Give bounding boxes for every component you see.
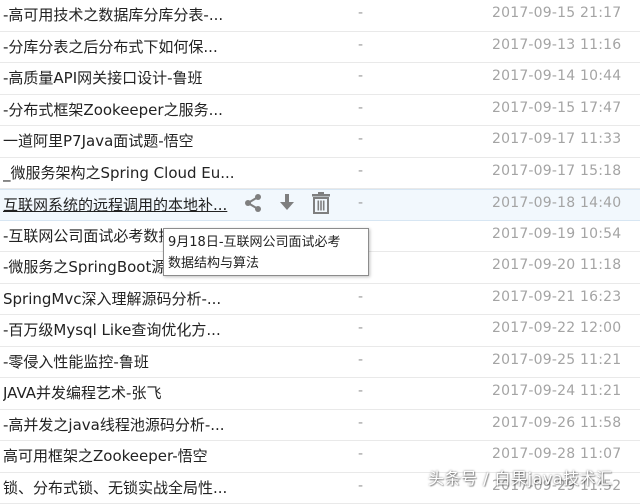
file-size: - — [358, 446, 363, 462]
share-icon — [243, 193, 263, 217]
trash-icon — [311, 192, 331, 218]
file-row[interactable]: -百万级Mysql Like查询优化方... - 2017-09-22 12:00 — [0, 315, 640, 347]
file-name-link[interactable]: 互联网系统的远程调用的本地补... — [3, 194, 237, 215]
file-name-link[interactable]: -高可用技术之数据库分库分表-... — [3, 4, 248, 25]
file-size: - — [358, 5, 363, 21]
tooltip-line-2: 数据结构与算法 — [168, 253, 364, 274]
file-size: - — [358, 289, 363, 305]
file-name-link[interactable]: -高并发之java线程池源码分析-... — [3, 414, 248, 435]
file-name-link[interactable]: JAVA并发编程艺术-张飞 — [3, 382, 248, 403]
file-name-link[interactable]: -分库分表之后分布式下如何保... — [3, 36, 248, 57]
file-row[interactable]: -高质量API网关接口设计-鲁班 - 2017-09-14 10:44 — [0, 63, 640, 95]
file-row[interactable]: -高并发之java线程池源码分析-... - 2017-09-26 11:58 — [0, 410, 640, 442]
file-date: 2017-09-19 10:54 — [492, 226, 632, 242]
file-name-link[interactable]: -高质量API网关接口设计-鲁班 — [3, 67, 248, 88]
file-size: - — [358, 352, 363, 368]
file-date: 2017-09-22 12:00 — [492, 320, 632, 336]
file-name-link[interactable]: 锁、分布式锁、无锁实战全局性... — [3, 477, 248, 498]
file-date: 2017-09-13 11:16 — [492, 37, 632, 53]
file-size: - — [358, 37, 363, 53]
file-row[interactable]: 一道阿里P7Java面试题-悟空 - 2017-09-17 11:33 — [0, 126, 640, 158]
file-name-link[interactable]: -零侵入性能监控-鲁班 — [3, 351, 248, 372]
file-date: 2017-09-24 11:21 — [492, 383, 632, 399]
file-name-link[interactable]: SpringMvc深入理解源码分析-... — [3, 288, 248, 309]
file-date: 2017-09-25 11:21 — [492, 352, 632, 368]
file-row[interactable]: _微服务架构之Spring Cloud Eu... - 2017-09-17 15:… — [0, 158, 640, 190]
file-name-link[interactable]: 高可用框架之Zookeeper-悟空 — [3, 445, 248, 466]
file-size: - — [358, 163, 363, 179]
delete-button[interactable] — [309, 193, 333, 217]
file-row[interactable]: -零侵入性能监控-鲁班 - 2017-09-25 11:21 — [0, 347, 640, 379]
file-row[interactable]: JAVA并发编程艺术-张飞 - 2017-09-24 11:21 — [0, 378, 640, 410]
file-row[interactable]: -高可用技术之数据库分库分表-... - 2017-09-15 21:17 — [0, 0, 640, 32]
file-size: - — [358, 383, 363, 399]
file-date: 2017-09-14 10:44 — [492, 68, 632, 84]
download-button[interactable] — [275, 193, 299, 217]
file-row[interactable]: -分库分表之后分布式下如何保... - 2017-09-13 11:16 — [0, 32, 640, 64]
row-actions — [241, 193, 333, 217]
file-size: - — [358, 100, 363, 116]
file-name-link[interactable]: 一道阿里P7Java面试题-悟空 — [3, 130, 248, 151]
file-name-link[interactable]: -分布式框架Zookeeper之服务... — [3, 99, 248, 120]
file-size: - — [358, 478, 363, 494]
file-size: - — [358, 195, 363, 211]
file-size: - — [358, 131, 363, 147]
file-date: 2017-09-15 17:47 — [492, 100, 632, 116]
file-date: 2017-09-21 16:23 — [492, 289, 632, 305]
file-row[interactable]: 互联网系统的远程调用的本地补... - 2017-09-18 14:40 — [0, 189, 640, 221]
file-size: - — [358, 320, 363, 336]
file-date: 2017-09-20 11:18 — [492, 257, 632, 273]
file-row[interactable]: -分布式框架Zookeeper之服务... - 2017-09-15 17:47 — [0, 95, 640, 127]
file-date: 2017-09-18 14:40 — [492, 195, 632, 211]
filename-tooltip: 9月18日-互联网公司面试必考 数据结构与算法 — [163, 228, 369, 276]
file-date: 2017-09-17 11:33 — [492, 131, 632, 147]
file-name-link[interactable]: -百万级Mysql Like查询优化方... — [3, 319, 248, 340]
file-date: 2017-09-26 11:58 — [492, 415, 632, 431]
file-size: - — [358, 68, 363, 84]
file-size: - — [358, 415, 363, 431]
file-name-link[interactable]: _微服务架构之Spring Cloud Eu... — [3, 162, 248, 183]
file-date: 2017-09-15 21:17 — [492, 5, 632, 21]
download-icon — [278, 193, 296, 217]
watermark: 头条号 / 白果java技术汇 — [428, 465, 613, 489]
tooltip-line-1: 9月18日-互联网公司面试必考 — [168, 232, 364, 253]
file-date: 2017-09-28 11:07 — [492, 446, 632, 462]
share-button[interactable] — [241, 193, 265, 217]
file-date: 2017-09-17 15:18 — [492, 163, 632, 179]
file-row[interactable]: SpringMvc深入理解源码分析-... - 2017-09-21 16:23 — [0, 284, 640, 316]
